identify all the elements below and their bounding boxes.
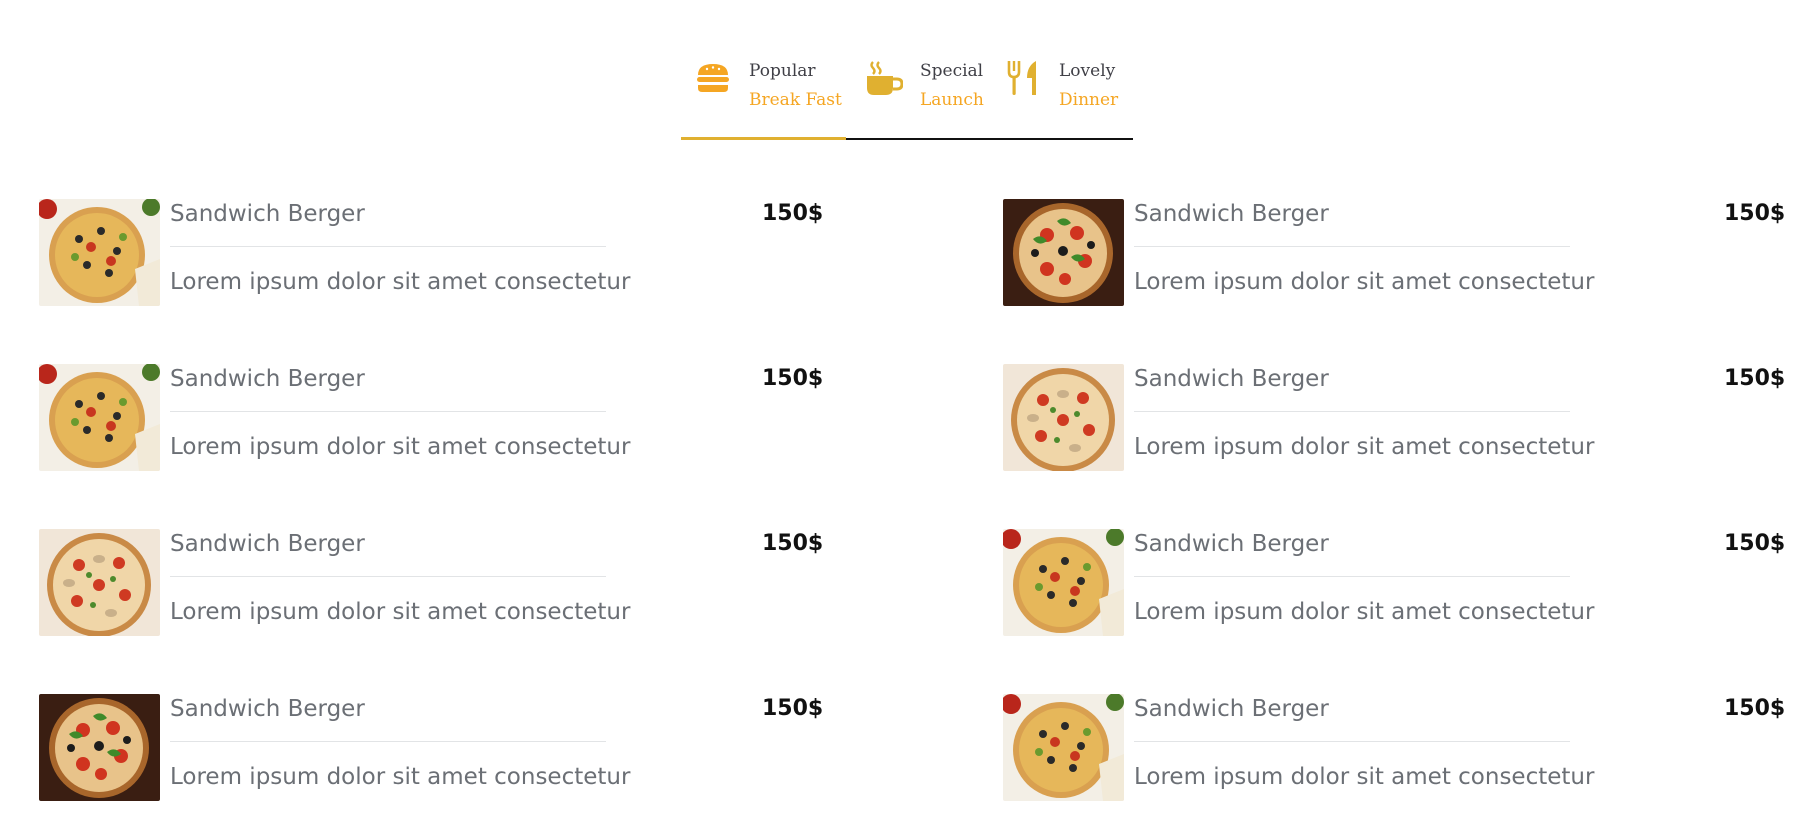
item-name: Sandwich Berger: [1134, 696, 1329, 722]
tab-launch-title: Launch: [920, 90, 984, 110]
item-description: Lorem ipsum dolor sit amet consectetur: [170, 599, 631, 625]
item-name: Sandwich Berger: [170, 696, 365, 722]
menu-item[interactable]: Sandwich Berger Lorem ipsum dolor sit am…: [1003, 529, 1785, 636]
item-description: Lorem ipsum dolor sit amet consectetur: [1134, 599, 1595, 625]
item-description: Lorem ipsum dolor sit amet consectetur: [170, 434, 631, 460]
item-divider: [170, 741, 606, 742]
menu-list: Sandwich Berger Lorem ipsum dolor sit am…: [39, 199, 1785, 801]
fork-knife-icon: [999, 54, 1047, 102]
item-name: Sandwich Berger: [170, 366, 365, 392]
item-divider: [1134, 741, 1570, 742]
item-name: Sandwich Berger: [1134, 201, 1329, 227]
pizza-image: [39, 364, 160, 471]
item-divider: [170, 576, 606, 577]
tab-active-indicator: [681, 137, 846, 140]
item-price: 150$: [1724, 696, 1786, 721]
menu-item[interactable]: Sandwich Berger Lorem ipsum dolor sit am…: [39, 694, 1003, 801]
item-price: 150$: [1724, 366, 1786, 391]
item-divider: [1134, 246, 1570, 247]
item-price: 150$: [762, 531, 824, 556]
menu-item[interactable]: Sandwich Berger Lorem ipsum dolor sit am…: [39, 529, 1003, 636]
item-description: Lorem ipsum dolor sit amet consectetur: [1134, 434, 1595, 460]
tab-breakfast-title: Break Fast: [749, 90, 842, 110]
item-price: 150$: [1724, 531, 1786, 556]
burger-icon: [689, 54, 737, 102]
coffee-cup-icon: [860, 54, 908, 102]
item-description: Lorem ipsum dolor sit amet consectetur: [1134, 764, 1595, 790]
item-divider: [1134, 411, 1570, 412]
item-description: Lorem ipsum dolor sit amet consectetur: [170, 269, 631, 295]
item-divider: [170, 411, 606, 412]
item-price: 150$: [762, 696, 824, 721]
menu-tabs: Popular Break Fast Special Launch Lovely…: [681, 52, 1133, 142]
pizza-image: [1003, 364, 1124, 471]
menu-item[interactable]: Sandwich Berger Lorem ipsum dolor sit am…: [1003, 199, 1785, 306]
item-name: Sandwich Berger: [1134, 531, 1329, 557]
pizza-image: [1003, 199, 1124, 306]
item-price: 150$: [762, 366, 824, 391]
tab-dinner-subtitle: Lovely: [1059, 61, 1116, 81]
tab-dinner[interactable]: Lovely Dinner: [991, 52, 1133, 140]
pizza-image: [39, 529, 160, 636]
pizza-image: [39, 694, 160, 801]
menu-item[interactable]: Sandwich Berger Lorem ipsum dolor sit am…: [39, 199, 1003, 306]
menu-item[interactable]: Sandwich Berger Lorem ipsum dolor sit am…: [39, 364, 1003, 471]
item-name: Sandwich Berger: [1134, 366, 1329, 392]
item-description: Lorem ipsum dolor sit amet consectetur: [1134, 269, 1595, 295]
item-price: 150$: [1724, 201, 1786, 226]
menu-item[interactable]: Sandwich Berger Lorem ipsum dolor sit am…: [1003, 364, 1785, 471]
item-divider: [170, 246, 606, 247]
tab-launch-subtitle: Special: [920, 61, 984, 81]
item-price: 150$: [762, 201, 824, 226]
pizza-image: [1003, 529, 1124, 636]
item-name: Sandwich Berger: [170, 531, 365, 557]
item-name: Sandwich Berger: [170, 201, 365, 227]
tab-breakfast-subtitle: Popular: [749, 61, 816, 81]
pizza-image: [39, 199, 160, 306]
pizza-image: [1003, 694, 1124, 801]
menu-item[interactable]: Sandwich Berger Lorem ipsum dolor sit am…: [1003, 694, 1785, 801]
tab-launch[interactable]: Special Launch: [846, 52, 991, 140]
item-description: Lorem ipsum dolor sit amet consectetur: [170, 764, 631, 790]
tab-breakfast[interactable]: Popular Break Fast: [681, 52, 846, 140]
item-divider: [1134, 576, 1570, 577]
tab-dinner-title: Dinner: [1059, 90, 1119, 110]
